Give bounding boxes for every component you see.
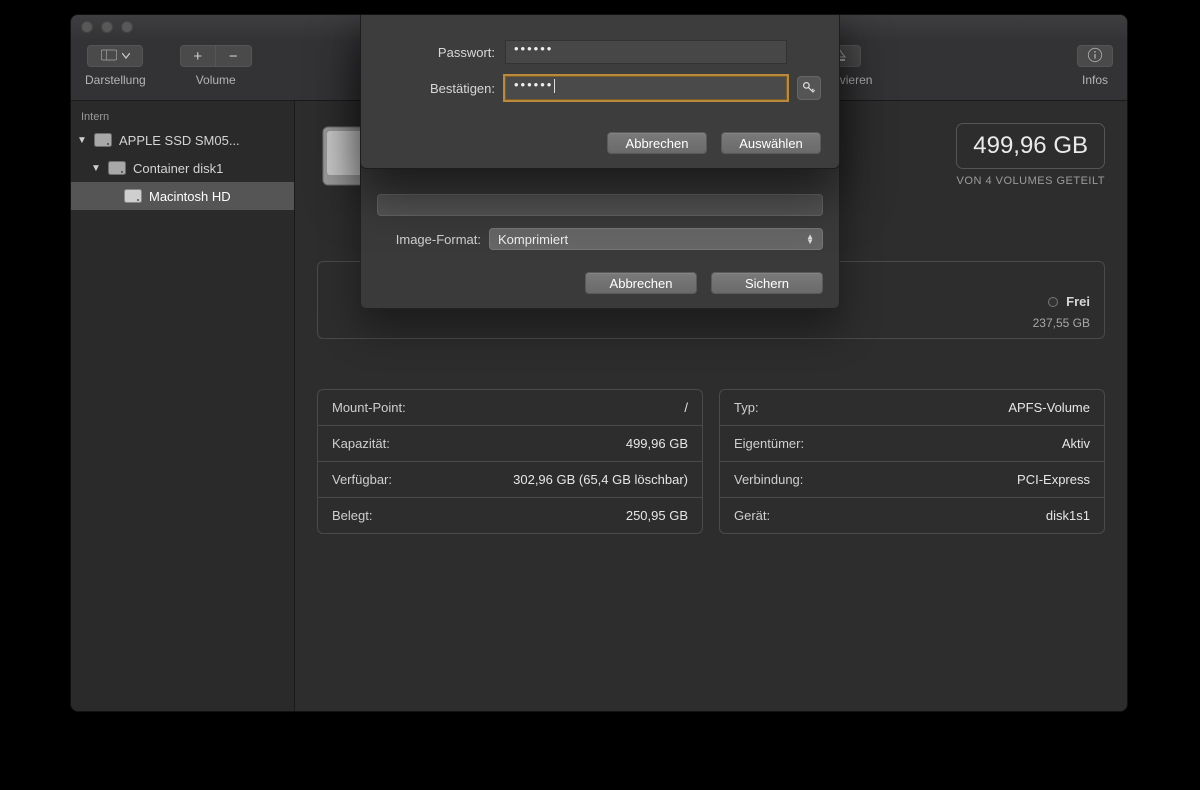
password-choose-button[interactable]: Auswählen bbox=[721, 132, 821, 154]
sidebar-item-physical-disk[interactable]: ▼ APPLE SSD SM05... bbox=[71, 126, 294, 154]
legend-dot-free-icon bbox=[1048, 297, 1058, 307]
sidebar-item-label: APPLE SSD SM05... bbox=[119, 133, 240, 148]
password-input[interactable]: •••••• bbox=[505, 40, 787, 64]
info-row: Typ:APFS-Volume bbox=[720, 390, 1104, 426]
view-button[interactable] bbox=[87, 45, 143, 67]
info-row: Verbindung:PCI-Express bbox=[720, 462, 1104, 498]
usage-free-value: 237,55 GB bbox=[1033, 316, 1090, 330]
info-row: Verfügbar:302,96 GB (65,4 GB löschbar) bbox=[318, 462, 702, 498]
add-volume-button[interactable]: + bbox=[180, 45, 216, 67]
password-cancel-button[interactable]: Abbrechen bbox=[607, 132, 707, 154]
password-label: Passwort: bbox=[379, 45, 495, 60]
remove-volume-button[interactable]: − bbox=[216, 45, 252, 67]
internal-drive-icon bbox=[123, 188, 143, 204]
disclosure-triangle-icon[interactable]: ▼ bbox=[77, 135, 87, 146]
internal-drive-icon bbox=[93, 132, 113, 148]
info-row: Belegt:250,95 GB bbox=[318, 498, 702, 533]
sidebar-item-container[interactable]: ▼ Container disk1 bbox=[71, 154, 294, 182]
confirm-password-input[interactable]: •••••• bbox=[505, 76, 787, 100]
image-format-dropdown[interactable]: Komprimiert ▲▼ bbox=[489, 228, 823, 250]
key-icon bbox=[802, 81, 816, 95]
image-format-row: Image-Format: Komprimiert ▲▼ bbox=[361, 222, 839, 256]
disclosure-triangle-icon[interactable]: ▼ bbox=[91, 163, 101, 174]
image-format-label: Image-Format: bbox=[377, 232, 481, 247]
info-icon bbox=[1087, 47, 1103, 66]
usage-free-legend: Frei bbox=[1048, 294, 1090, 309]
info-row: Eigentümer:Aktiv bbox=[720, 426, 1104, 462]
minus-icon: − bbox=[229, 48, 238, 65]
toolbar-volume-label: Volume bbox=[196, 73, 236, 87]
encryption-dropdown-obscured[interactable] bbox=[377, 194, 823, 216]
toolbar-volume-group: + − Volume bbox=[180, 45, 252, 87]
volume-info-table: Mount-Point:/ Kapazität:499,96 GB Verfüg… bbox=[317, 389, 1105, 534]
toolbar-view-group: Darstellung bbox=[85, 45, 146, 87]
sidebar-item-volume[interactable]: Macintosh HD bbox=[71, 182, 294, 210]
sidebar: Intern ▼ APPLE SSD SM05... ▼ Container d… bbox=[71, 101, 295, 711]
info-row: Gerät:disk1s1 bbox=[720, 498, 1104, 533]
info-col-left: Mount-Point:/ Kapazität:499,96 GB Verfüg… bbox=[317, 389, 703, 534]
info-row: Kapazität:499,96 GB bbox=[318, 426, 702, 462]
sidebar-section-internal: Intern bbox=[71, 107, 294, 126]
create-image-save-button[interactable]: Sichern bbox=[711, 272, 823, 294]
info-button[interactable] bbox=[1077, 45, 1113, 67]
capacity-display: 499,96 GB bbox=[956, 123, 1105, 169]
confirm-label: Bestätigen: bbox=[379, 81, 495, 96]
capacity-subtitle: VON 4 VOLUMES GETEILT bbox=[957, 175, 1105, 187]
sidebar-layout-icon bbox=[101, 47, 117, 66]
toolbar-info-group: Infos bbox=[1077, 45, 1113, 87]
password-sheet: Passwort: •••••• Bestätigen: •••••• Abbr… bbox=[360, 14, 840, 169]
dropdown-arrows-icon: ▲▼ bbox=[806, 234, 814, 244]
toolbar-view-label: Darstellung bbox=[85, 73, 146, 87]
chevron-down-icon bbox=[122, 53, 130, 59]
usage-free-label: Frei bbox=[1066, 294, 1090, 309]
info-row: Mount-Point:/ bbox=[318, 390, 702, 426]
create-image-cancel-button[interactable]: Abbrechen bbox=[585, 272, 697, 294]
internal-drive-icon bbox=[107, 160, 127, 176]
sidebar-item-label: Macintosh HD bbox=[149, 189, 231, 204]
plus-icon: + bbox=[193, 48, 202, 65]
sidebar-item-label: Container disk1 bbox=[133, 161, 223, 176]
image-format-value: Komprimiert bbox=[498, 232, 568, 247]
password-assistant-button[interactable] bbox=[797, 76, 821, 100]
app-window: Festplattendienstprogramm Darstellung + … bbox=[70, 14, 1128, 712]
toolbar-info-label: Infos bbox=[1082, 73, 1108, 87]
info-col-right: Typ:APFS-Volume Eigentümer:Aktiv Verbind… bbox=[719, 389, 1105, 534]
